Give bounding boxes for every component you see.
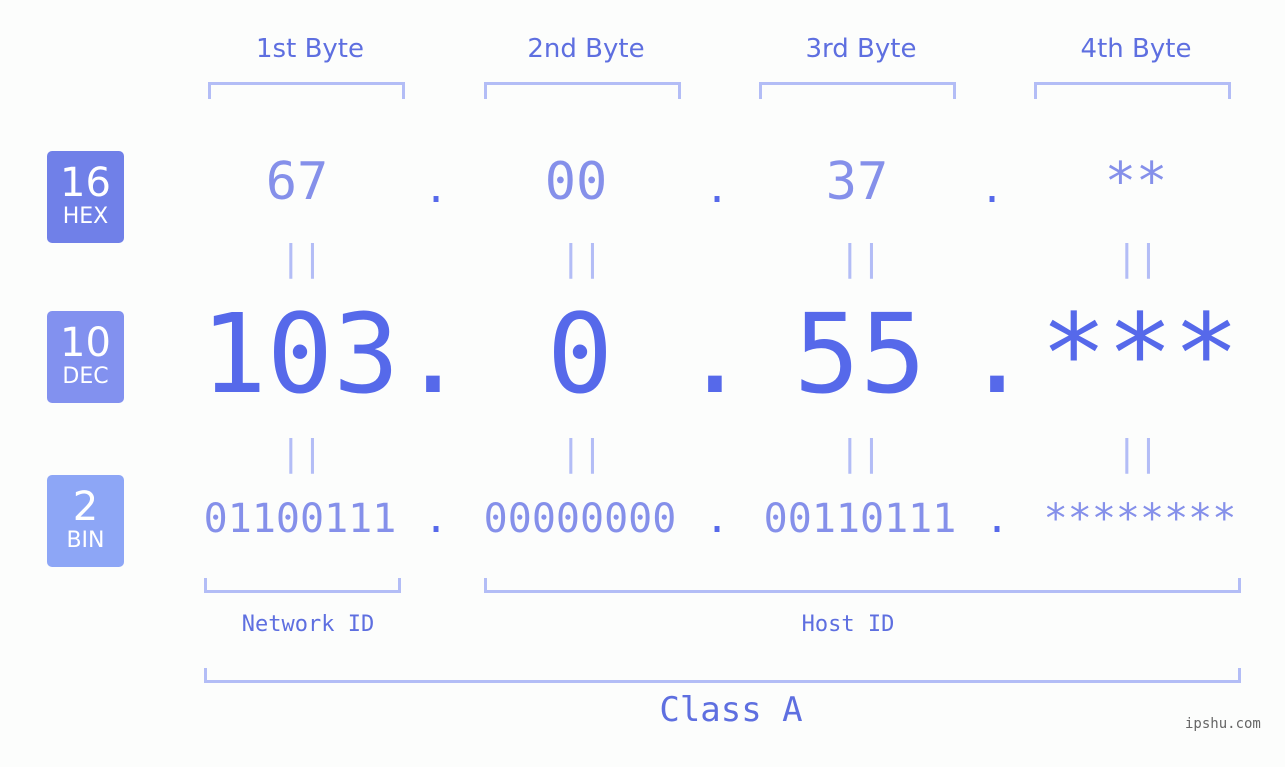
byte-header-2: 2nd Byte xyxy=(527,34,645,64)
byte-bracket-3 xyxy=(759,82,956,99)
dec-base: 10 xyxy=(60,320,111,366)
byte-header-4: 4th Byte xyxy=(1080,34,1192,64)
hex-base: 16 xyxy=(60,160,111,206)
hex-byte-4: ** xyxy=(1104,152,1168,212)
byte-bracket-4 xyxy=(1034,82,1231,99)
equals-hex-dec-2: || xyxy=(560,238,604,279)
byte-bracket-1 xyxy=(208,82,405,99)
dec-byte-3: 55 xyxy=(793,290,927,418)
bin-dot-3: . xyxy=(984,496,1010,542)
equals-dec-bin-1: || xyxy=(280,433,324,474)
dec-badge: 10 DEC xyxy=(47,311,124,403)
bin-base: 2 xyxy=(72,484,99,530)
dec-byte-1: 103 xyxy=(200,290,400,418)
bin-badge: 2 BIN xyxy=(47,475,124,567)
equals-dec-bin-4: || xyxy=(1116,433,1160,474)
equals-hex-dec-1: || xyxy=(280,238,324,279)
bin-dot-2: . xyxy=(704,496,730,542)
bin-byte-3: 00110111 xyxy=(763,496,957,542)
equals-hex-dec-3: || xyxy=(839,238,883,279)
class-label: Class A xyxy=(659,690,803,730)
bin-byte-2: 00000000 xyxy=(483,496,677,542)
byte-header-1: 1st Byte xyxy=(256,34,364,64)
hex-label: HEX xyxy=(62,204,109,229)
byte-bracket-2 xyxy=(484,82,681,99)
bin-byte-1: 01100111 xyxy=(203,496,397,542)
dec-byte-2: 0 xyxy=(546,290,614,418)
equals-hex-dec-4: || xyxy=(1116,238,1160,279)
bin-byte-4: ******** xyxy=(1043,496,1237,542)
host-id-label: Host ID xyxy=(801,612,895,637)
bin-label: BIN xyxy=(66,528,105,553)
watermark: ipshu.com xyxy=(1185,716,1261,732)
network-id-label: Network ID xyxy=(241,612,375,637)
network-bracket xyxy=(204,578,401,593)
dec-byte-4: *** xyxy=(1040,290,1240,418)
byte-header-3: 3rd Byte xyxy=(805,34,917,64)
dec-dot-1: . xyxy=(399,290,467,418)
hex-badge: 16 HEX xyxy=(47,151,124,243)
dec-label: DEC xyxy=(62,364,109,389)
dec-dot-2: . xyxy=(681,290,749,418)
bin-dot-1: . xyxy=(423,496,449,542)
equals-dec-bin-3: || xyxy=(839,433,883,474)
dec-dot-3: . xyxy=(963,290,1031,418)
host-bracket xyxy=(484,578,1241,593)
class-bracket xyxy=(204,668,1241,683)
equals-dec-bin-2: || xyxy=(560,433,604,474)
